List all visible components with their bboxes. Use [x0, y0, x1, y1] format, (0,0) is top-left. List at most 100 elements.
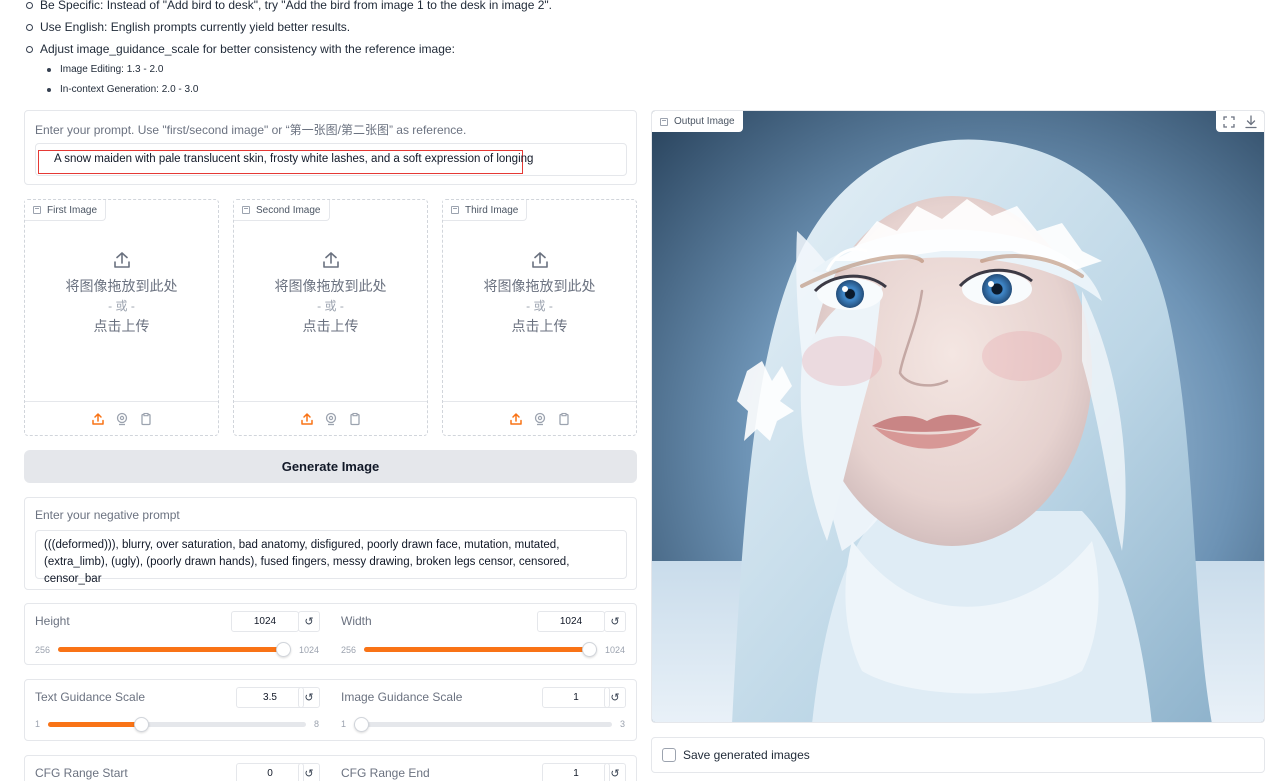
upload-source-icon[interactable]: [91, 412, 105, 426]
upload-source-icon[interactable]: [509, 412, 523, 426]
text-guidance-number-input[interactable]: 3.5: [236, 687, 304, 708]
text-guidance-control: Text Guidance Scale 3.5 ↺ 1 8: [25, 680, 321, 740]
width-control: Width 1024 ↺ 256 1024: [331, 604, 627, 664]
cfg-end-control: CFG Range End 1 ↺: [331, 756, 627, 781]
text-guidance-slider-fill: [48, 722, 141, 727]
negative-prompt-input[interactable]: (((deformed))), blurry, over saturation,…: [35, 530, 627, 585]
text-guidance-max: 8: [314, 719, 320, 729]
prompt-panel: Enter your prompt. Use "first/second ima…: [24, 110, 637, 185]
output-image-title: Output Image: [674, 116, 735, 127]
upload-icon: [113, 252, 130, 268]
or-text: - 或 -: [317, 299, 344, 313]
width-reset-button[interactable]: ↺: [604, 611, 626, 632]
text-guidance-label: Text Guidance Scale: [35, 690, 146, 704]
clipboard-icon[interactable]: [139, 412, 153, 426]
size-sliders-panel: Height 1024 ↺ 256 1024 Width 1024 ↺ 256 …: [24, 603, 637, 665]
output-image-tag: Output Image: [652, 111, 743, 132]
upload-source-icon[interactable]: [300, 412, 314, 426]
save-images-checkbox[interactable]: [662, 748, 676, 762]
upload-dropzone[interactable]: 将图像拖放到此处 - 或 - 点击上传: [25, 250, 218, 336]
tip-item: Use English: English prompts currently y…: [24, 16, 724, 38]
second-image-upload[interactable]: Second Image 将图像拖放到此处 - 或 - 点击上传: [233, 199, 428, 436]
drop-text: 将图像拖放到此处: [274, 278, 387, 294]
image-guidance-reset-button[interactable]: ↺: [604, 687, 626, 708]
height-slider-thumb[interactable]: [276, 642, 291, 657]
tips-list: Be Specific: Instead of "Add bird to des…: [24, 0, 724, 100]
cfg-range-panel: CFG Range Start 0 ↺ CFG Range End 1 ↺: [24, 755, 637, 781]
cfg-start-number-input[interactable]: 0: [236, 763, 304, 781]
webcam-icon[interactable]: [533, 412, 547, 426]
image-guidance-slider[interactable]: [354, 717, 612, 732]
output-toolbar: [1216, 111, 1264, 132]
cfg-start-label: CFG Range Start: [35, 766, 128, 780]
image-guidance-number-input[interactable]: 1: [542, 687, 610, 708]
text-guidance-slider[interactable]: [48, 717, 306, 732]
height-label: Height: [35, 614, 70, 628]
upload-dropzone[interactable]: 将图像拖放到此处 - 或 - 点击上传: [443, 250, 636, 336]
first-image-upload[interactable]: First Image 将图像拖放到此处 - 或 - 点击上传: [24, 199, 219, 436]
width-min: 256: [341, 645, 357, 655]
second-image-title: Second Image: [256, 204, 321, 216]
text-guidance-reset-button[interactable]: ↺: [298, 687, 320, 708]
height-number-input[interactable]: 1024: [231, 611, 299, 632]
source-toolbar: [234, 401, 427, 435]
first-image-title: First Image: [47, 204, 98, 216]
cfg-end-reset-button[interactable]: ↺: [604, 763, 626, 781]
image-icon: [242, 206, 250, 214]
third-image-upload[interactable]: Third Image 将图像拖放到此处 - 或 - 点击上传: [442, 199, 637, 436]
generate-image-button[interactable]: Generate Image: [24, 450, 637, 483]
download-icon[interactable]: [1242, 113, 1260, 131]
height-control: Height 1024 ↺ 256 1024: [25, 604, 321, 664]
clipboard-icon[interactable]: [557, 412, 571, 426]
image-guidance-slider-thumb[interactable]: [354, 717, 369, 732]
image-guidance-control: Image Guidance Scale 1 ↺ 1 3: [331, 680, 627, 740]
output-image-panel: Output Image: [651, 110, 1265, 723]
prompt-value: A snow maiden with pale translucent skin…: [54, 153, 534, 165]
prompt-label: Enter your prompt. Use "first/second ima…: [35, 123, 467, 137]
width-slider-fill: [364, 647, 593, 652]
webcam-icon[interactable]: [115, 412, 129, 426]
negative-prompt-label: Enter your negative prompt: [35, 508, 180, 522]
or-text: - 或 -: [526, 299, 553, 313]
image-icon: [451, 206, 459, 214]
drop-text: 将图像拖放到此处: [65, 278, 178, 294]
click-upload-text: 点击上传: [511, 318, 568, 334]
image-guidance-label: Image Guidance Scale: [341, 690, 463, 704]
source-toolbar: [25, 401, 218, 435]
cfg-end-number-input[interactable]: 1: [542, 763, 610, 781]
text-guidance-slider-thumb[interactable]: [133, 717, 149, 732]
width-number-input[interactable]: 1024: [537, 611, 605, 632]
width-max: 1024: [605, 645, 626, 655]
third-image-title: Third Image: [465, 204, 519, 216]
clipboard-icon[interactable]: [348, 412, 362, 426]
width-slider[interactable]: [364, 642, 597, 657]
upload-dropzone[interactable]: 将图像拖放到此处 - 或 - 点击上传: [234, 250, 427, 336]
height-min: 256: [35, 645, 51, 655]
prompt-input[interactable]: A snow maiden with pale translucent skin…: [35, 143, 627, 176]
image-icon: [33, 206, 41, 214]
save-images-label[interactable]: Save generated images: [683, 748, 810, 762]
cfg-end-label: CFG Range End: [341, 766, 430, 780]
first-image-tag: First Image: [25, 200, 107, 221]
or-text: - 或 -: [108, 299, 135, 313]
snow-maiden-portrait-image[interactable]: [652, 111, 1265, 723]
upload-icon: [322, 252, 339, 268]
width-slider-thumb[interactable]: [582, 642, 597, 657]
image-icon: [660, 117, 668, 126]
fullscreen-icon[interactable]: [1220, 113, 1238, 131]
height-slider[interactable]: [58, 642, 291, 657]
webcam-icon[interactable]: [324, 412, 338, 426]
height-reset-button[interactable]: ↺: [298, 611, 320, 632]
tip-subitem: Image Editing: 1.3 - 2.0: [24, 60, 724, 80]
source-toolbar: [443, 401, 636, 435]
cfg-start-reset-button[interactable]: ↺: [298, 763, 320, 781]
tip-subitem: In-context Generation: 2.0 - 3.0: [24, 80, 724, 100]
height-slider-fill: [58, 647, 287, 652]
click-upload-text: 点击上传: [302, 318, 359, 334]
click-upload-text: 点击上传: [93, 318, 150, 334]
tip-item: Adjust image_guidance_scale for better c…: [24, 38, 724, 60]
second-image-tag: Second Image: [234, 200, 330, 221]
height-max: 1024: [299, 645, 320, 655]
guidance-sliders-panel: Text Guidance Scale 3.5 ↺ 1 8 Image Guid…: [24, 679, 637, 741]
image-guidance-min: 1: [341, 719, 347, 729]
